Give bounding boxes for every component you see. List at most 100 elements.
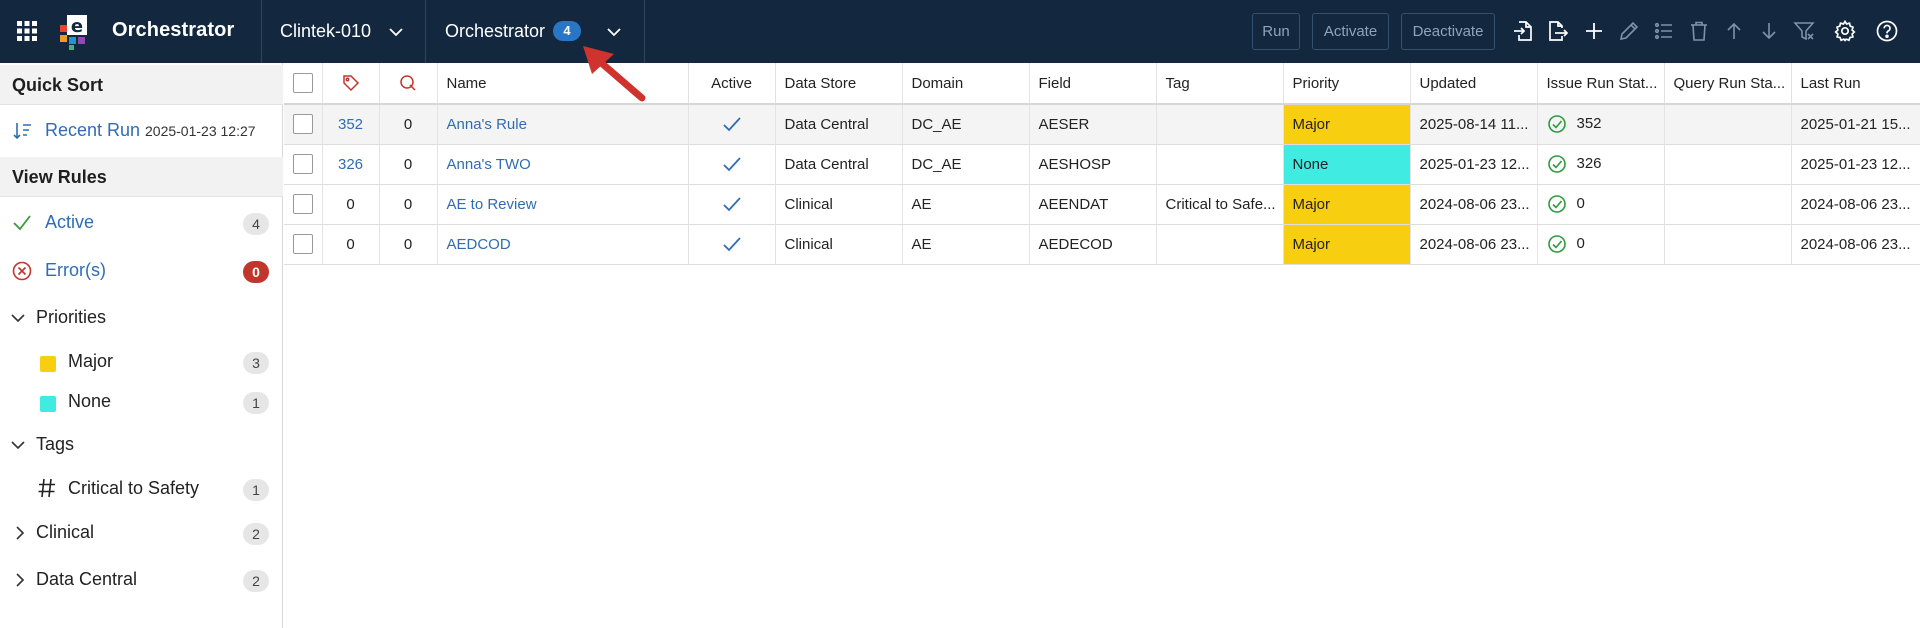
row-checkbox[interactable]: [292, 194, 313, 214]
column-header-issue-run-status[interactable]: Issue Run Stat...: [1537, 63, 1665, 105]
rule-name-cell[interactable]: Anna's TWO: [437, 144, 689, 185]
priority-swatch: [40, 396, 56, 412]
chevron-down-icon: [389, 28, 403, 37]
row-select-cell[interactable]: [284, 144, 323, 185]
group-label: Clinical: [36, 522, 95, 542]
domain-cell: DC_AE: [902, 104, 1030, 145]
tag-icon: [342, 75, 359, 92]
row-checkbox[interactable]: [292, 154, 313, 174]
issue-run-status-cell: 352: [1537, 104, 1665, 145]
move-down-icon[interactable]: [1757, 19, 1781, 43]
recent-run-sort[interactable]: Recent Run 2025-01-23 12:27: [0, 110, 283, 150]
apps-grid-icon[interactable]: [14, 18, 40, 44]
row-checkbox[interactable]: [292, 114, 313, 135]
priorities-label: Priorities: [36, 307, 107, 327]
rule-name-cell[interactable]: AEDCOD: [437, 224, 689, 265]
table-row[interactable]: 352 0 Anna's Rule Data Central DC_AE AES…: [284, 104, 1920, 145]
run-button[interactable]: Run: [1252, 13, 1300, 50]
filter-active[interactable]: Active 4: [0, 202, 283, 242]
move-up-icon[interactable]: [1722, 19, 1746, 43]
rule-name-cell[interactable]: AE to Review: [437, 184, 689, 225]
priorities-group-toggle[interactable]: Priorities: [0, 297, 283, 337]
chevron-right-icon: [16, 573, 25, 587]
column-header-tag[interactable]: Tag: [1156, 63, 1284, 105]
column-header-updated[interactable]: Updated: [1410, 63, 1538, 105]
group-data-central[interactable]: Data Central 2: [0, 559, 283, 599]
column-header-data-store[interactable]: Data Store: [775, 63, 903, 105]
query-icon: [400, 75, 416, 91]
table-row[interactable]: 0 0 AE to Review Clinical AE AEENDAT Cri…: [284, 184, 1920, 225]
rule-name-link[interactable]: AEDCOD: [447, 236, 511, 253]
group-clinical[interactable]: Clinical 2: [0, 512, 283, 552]
select-all-checkbox[interactable]: [292, 73, 313, 93]
study-selector[interactable]: Clintek-010: [262, 0, 425, 63]
tag-cell: Critical to Safe...: [1156, 184, 1284, 225]
issues-column-header[interactable]: [322, 63, 380, 105]
rules-grid: Name Active Data Store Domain Field Tag …: [284, 63, 1920, 265]
issues-count[interactable]: 326: [338, 156, 363, 173]
queries-count: 0: [403, 235, 413, 253]
column-header-name[interactable]: Name: [437, 63, 689, 105]
sidebar: Quick Sort Recent Run 2025-01-23 12:27 V…: [0, 63, 283, 628]
priority-item-major[interactable]: Major 3: [0, 341, 283, 381]
issues-count[interactable]: 0: [346, 196, 354, 213]
tag-cell: [1156, 104, 1284, 145]
column-header-field[interactable]: Field: [1029, 63, 1157, 105]
chevron-down-icon: [11, 314, 25, 323]
deactivate-button[interactable]: Deactivate: [1401, 13, 1495, 50]
table-row[interactable]: 0 0 AEDCOD Clinical AE AEDECOD Major 202…: [284, 224, 1920, 265]
tag-label: Critical to Safety: [68, 478, 200, 498]
last-run-cell: 2024-08-06 23...: [1791, 184, 1920, 225]
issue-run-status-value: 0: [1576, 194, 1585, 212]
issue-run-status-cell: 0: [1537, 224, 1665, 265]
rule-name-link[interactable]: Anna's TWO: [447, 156, 531, 173]
settings-gear-icon[interactable]: [1833, 19, 1857, 43]
column-header-query-run-status[interactable]: Query Run Sta...: [1664, 63, 1792, 105]
last-run-cell: 2025-01-21 15...: [1791, 104, 1920, 145]
select-all-header[interactable]: [284, 63, 323, 105]
column-header-domain[interactable]: Domain: [902, 63, 1030, 105]
row-select-cell[interactable]: [284, 184, 323, 225]
issues-count[interactable]: 0: [346, 236, 354, 253]
clear-filter-icon[interactable]: [1792, 19, 1816, 43]
active-label: Active: [45, 212, 95, 232]
edit-icon[interactable]: [1617, 19, 1641, 43]
updated-cell: 2024-08-06 23...: [1410, 224, 1538, 265]
rule-name-link[interactable]: Anna's Rule: [447, 116, 527, 133]
tags-label: Tags: [36, 434, 75, 454]
import-icon[interactable]: [1511, 19, 1535, 43]
list-icon[interactable]: [1652, 19, 1676, 43]
help-icon[interactable]: [1875, 19, 1899, 43]
errors-label: Error(s): [45, 260, 106, 280]
issues-count-cell[interactable]: 0: [322, 224, 380, 265]
row-checkbox[interactable]: [292, 234, 313, 254]
issues-count-cell[interactable]: 352: [322, 104, 380, 145]
table-row[interactable]: 326 0 Anna's TWO Data Central DC_AE AESH…: [284, 144, 1920, 185]
issues-count-cell[interactable]: 326: [322, 144, 380, 185]
active-checkmark-icon: [722, 117, 741, 132]
delete-icon[interactable]: [1687, 19, 1711, 43]
queries-column-header[interactable]: [379, 63, 438, 105]
tag-item-critical-to-safety[interactable]: Critical to Safety 1: [0, 468, 283, 508]
issues-count[interactable]: 352: [338, 116, 363, 133]
issues-count-cell[interactable]: 0: [322, 184, 380, 225]
queries-count: 0: [403, 195, 413, 213]
column-header-priority[interactable]: Priority: [1283, 63, 1411, 105]
export-icon[interactable]: [1546, 19, 1570, 43]
column-header-last-run[interactable]: Last Run: [1791, 63, 1920, 105]
column-header-active[interactable]: Active: [688, 63, 776, 105]
last-run-cell: 2025-01-23 12...: [1791, 144, 1920, 185]
row-select-cell[interactable]: [284, 104, 323, 145]
priority-count: 3: [243, 352, 269, 374]
rule-name-link[interactable]: AE to Review: [447, 196, 537, 213]
domain-cell: DC_AE: [902, 144, 1030, 185]
activate-button[interactable]: Activate: [1312, 13, 1389, 50]
filter-errors[interactable]: Error(s) 0: [0, 250, 283, 290]
tags-group-toggle[interactable]: Tags: [0, 424, 283, 464]
rule-name-cell[interactable]: Anna's Rule: [437, 104, 689, 145]
priority-item-none[interactable]: None 1: [0, 381, 283, 421]
priority-cell: None: [1283, 144, 1411, 185]
add-icon[interactable]: [1582, 19, 1606, 43]
priority-cell: Major: [1283, 104, 1411, 145]
row-select-cell[interactable]: [284, 224, 323, 265]
